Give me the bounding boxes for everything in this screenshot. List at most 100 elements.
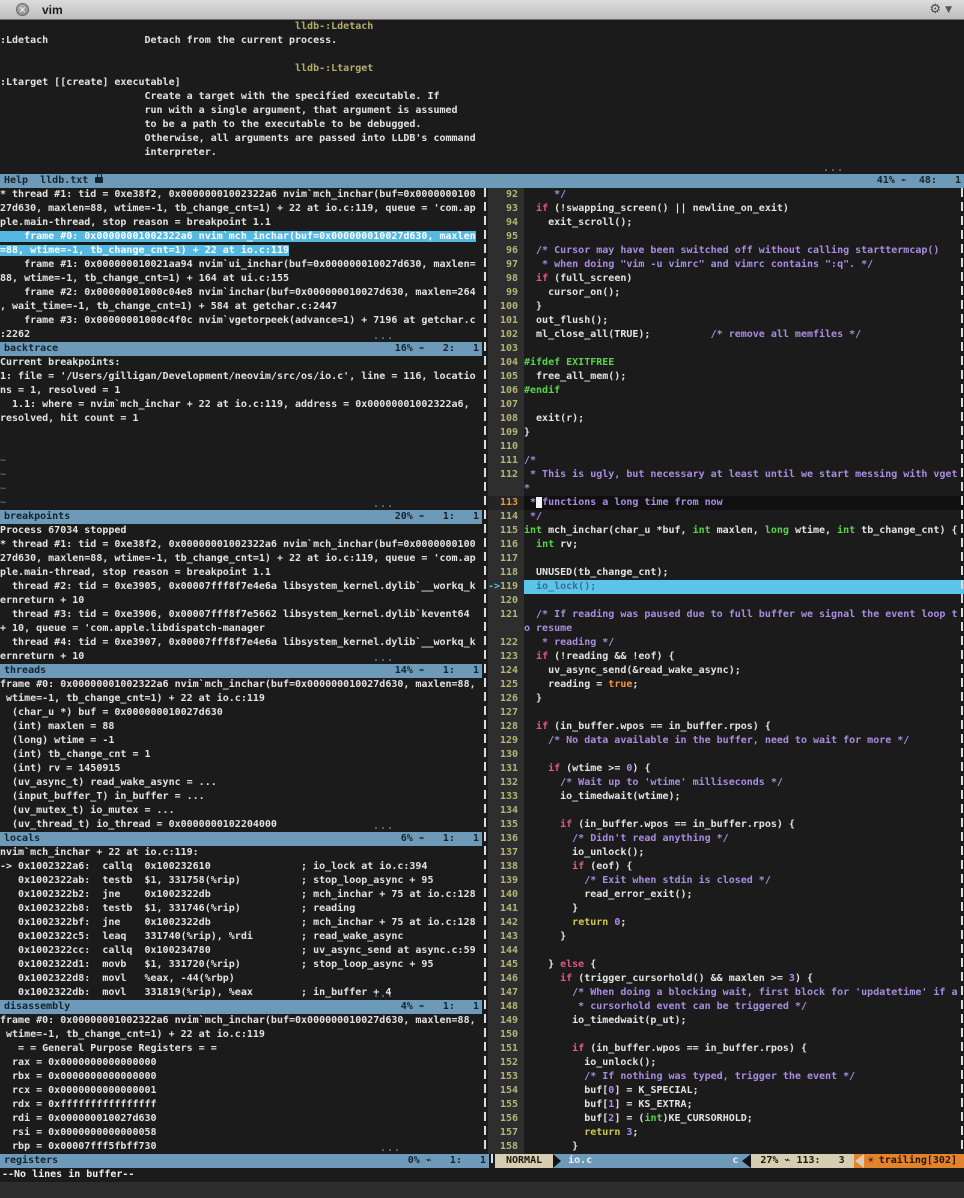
code-text: buf[0] = K_SPECIAL; xyxy=(524,1084,964,1098)
gutter: 149 xyxy=(488,1014,524,1028)
window-titlebar[interactable]: ✕ vim ⚙ ▼ xyxy=(0,0,964,20)
source-line-137: 137 io_unlock(); xyxy=(488,846,964,860)
buffer-line: (uv_mutex_t) io_mutex = ... xyxy=(0,804,482,818)
line-number: 120 xyxy=(500,594,518,608)
code-segment: (in_buffer.wpos == in_buffer.rpos) { xyxy=(548,721,771,732)
breakpoints-statusline[interactable]: breakpoints20% ⌁ 1: 1... xyxy=(0,510,482,524)
sign-column xyxy=(488,230,500,244)
source-line-126: 126 } xyxy=(488,692,964,706)
breakpoints-pane[interactable]: Current breakpoints:1: file = '/Users/gi… xyxy=(0,356,482,510)
airline-statusbar[interactable]: NORMAL io.c c 27% ⌁ 113: 3 ☀ trailing[30… xyxy=(495,1154,964,1168)
help-statusline[interactable]: Help lldb.txt 41% ⌁ 48: 1 ... xyxy=(0,174,964,188)
code-text: * cursorhold event can be triggered */ xyxy=(524,1000,964,1014)
disassembly-statusline[interactable]: disassembly 4% ⌁ 1: 1... xyxy=(0,1000,482,1014)
buffer-line: 27d630, maxlen=88, wtime=-1, tb_change_c… xyxy=(0,552,482,566)
buffer-line: 0x1002322d1: movb $1, 331720(%rip) ; sto… xyxy=(0,958,482,972)
sign-column xyxy=(488,510,500,524)
line-number: 135 xyxy=(500,818,518,832)
disassembly-pane[interactable]: nvim`mch_inchar + 22 at io.c:119:-> 0x10… xyxy=(0,846,482,1000)
threads-statusline[interactable]: threads14% ⌁ 1: 1... xyxy=(0,664,482,678)
source-line-152: 152 io_unlock(); xyxy=(488,1056,964,1070)
code-text: * reading */ xyxy=(524,636,964,650)
code-text: o resume xyxy=(524,622,964,636)
backtrace-pane[interactable]: * thread #1: tid = 0xe38f2, 0x0000000100… xyxy=(0,188,482,342)
code-segment: if xyxy=(572,1043,584,1054)
sign-column xyxy=(488,1000,500,1014)
code-text: } xyxy=(524,300,964,314)
sign-column xyxy=(488,678,500,692)
code-segment xyxy=(524,763,548,774)
source-pane[interactable]: 92 */ 93 if (!swapping_screen() || newli… xyxy=(488,188,964,1154)
source-line-117: 117 xyxy=(488,552,964,566)
source-line-99: 99 cursor_on(); xyxy=(488,286,964,300)
source-line-127: 127 xyxy=(488,706,964,720)
sign-column xyxy=(488,454,500,468)
gutter: 93 xyxy=(488,202,524,216)
line-number: 102 xyxy=(500,328,518,342)
buffer-line: (char_u *) buf = 0x000000010027d630 xyxy=(0,706,482,720)
sign-column xyxy=(488,538,500,552)
source-line-120: 120 xyxy=(488,594,964,608)
code-text: /* Wait up to 'wtime' milliseconds */ xyxy=(524,776,964,790)
code-segment: functions a long time from now xyxy=(542,497,723,508)
source-line-143: 143 } xyxy=(488,930,964,944)
locals-pane[interactable]: frame #0: 0x00000001002322a6 nvim`mch_in… xyxy=(0,678,482,832)
titlebar-menu[interactable]: ⚙ ▼ xyxy=(929,2,952,17)
code-text: io_timedwait(p_ut); xyxy=(524,1014,964,1028)
overflow-dots: ... xyxy=(380,1142,401,1156)
code-text: * when doing "vim -u vimrc" and vimrc co… xyxy=(524,258,964,272)
code-text: int rv; xyxy=(524,538,964,552)
sign-column xyxy=(488,1042,500,1056)
code-segment: (!swapping_screen() || newline_on_exit) xyxy=(548,203,789,214)
buffer-line: frame #1: 0x000000010021aa94 nvim`ui_inc… xyxy=(0,258,482,272)
command-line[interactable]: --No lines in buffer-- xyxy=(0,1168,964,1182)
code-text: if (!swapping_screen() || newline_on_exi… xyxy=(524,202,964,216)
threads-statusline-label: threads xyxy=(4,664,46,678)
gear-icon[interactable]: ⚙ xyxy=(929,2,941,17)
source-line-145: 145 } else { xyxy=(488,958,964,972)
sign-column xyxy=(488,776,500,790)
gutter: 99 xyxy=(488,286,524,300)
line-number: 101 xyxy=(500,314,518,328)
sign-column xyxy=(488,902,500,916)
line-number: 124 xyxy=(500,664,518,678)
code-text: */ xyxy=(524,188,964,202)
code-segment: /* When doing a blocking wait, first blo… xyxy=(524,987,957,998)
chevron-down-icon[interactable]: ▼ xyxy=(945,5,952,15)
code-segment: io_timedwait(wtime); xyxy=(524,791,681,802)
code-text: /* No data available in the buffer, need… xyxy=(524,734,964,748)
gutter: 101 xyxy=(488,314,524,328)
buffer-line: 1.1: where = nvim`mch_inchar + 22 at io.… xyxy=(0,398,482,412)
sign-column xyxy=(488,636,500,650)
help-line: to be a path to the executable to be deb… xyxy=(0,118,964,132)
line-number: 114 xyxy=(500,510,518,524)
help-line: :Ldetach Detach from the current process… xyxy=(0,34,964,48)
window-close-button[interactable]: ✕ xyxy=(16,3,29,16)
line-number: 150 xyxy=(500,1028,518,1042)
code-text: free_all_mem(); xyxy=(524,370,964,384)
sign-column xyxy=(488,342,500,356)
gutter: 129 xyxy=(488,734,524,748)
sign-column xyxy=(488,818,500,832)
registers-pane[interactable]: frame #0: 0x00000001002322a6 nvim`mch_in… xyxy=(0,1014,482,1154)
backtrace-statusline[interactable]: backtrace16% ⌁ 2: 1... xyxy=(0,342,482,356)
buffer-line: resolved, hit count = 1 xyxy=(0,412,482,426)
threads-pane[interactable]: Process 67034 stopped* thread #1: tid = … xyxy=(0,524,482,664)
source-line-111: 111/* xyxy=(488,454,964,468)
code-segment: } xyxy=(524,301,542,312)
code-segment: exit_scroll(); xyxy=(524,217,632,228)
help-pane[interactable]: lldb-:Ldetach:Ldetach Detach from the cu… xyxy=(0,20,964,174)
locals-statusline[interactable]: locals 6% ⌁ 1: 1... xyxy=(0,832,482,846)
mode-indicator: NORMAL xyxy=(495,1154,553,1168)
overflow-dots: ... xyxy=(373,988,394,1002)
code-text: if (in_buffer.wpos == in_buffer.rpos) { xyxy=(524,1042,964,1056)
sign-column xyxy=(488,832,500,846)
source-line-135: 135 if (in_buffer.wpos == in_buffer.rpos… xyxy=(488,818,964,832)
line-number: 158 xyxy=(500,1140,518,1154)
buffer-line: , wait_time=-1, tb_change_cnt=1) + 584 a… xyxy=(0,300,482,314)
code-segment: /* Cursor may have been switched off wit… xyxy=(524,245,939,256)
registers-statusline[interactable]: registers 0% ⌁ 1: 1... xyxy=(0,1154,489,1168)
sign-column xyxy=(488,426,500,440)
line-number: 103 xyxy=(500,342,518,356)
source-line-109: 109} xyxy=(488,426,964,440)
